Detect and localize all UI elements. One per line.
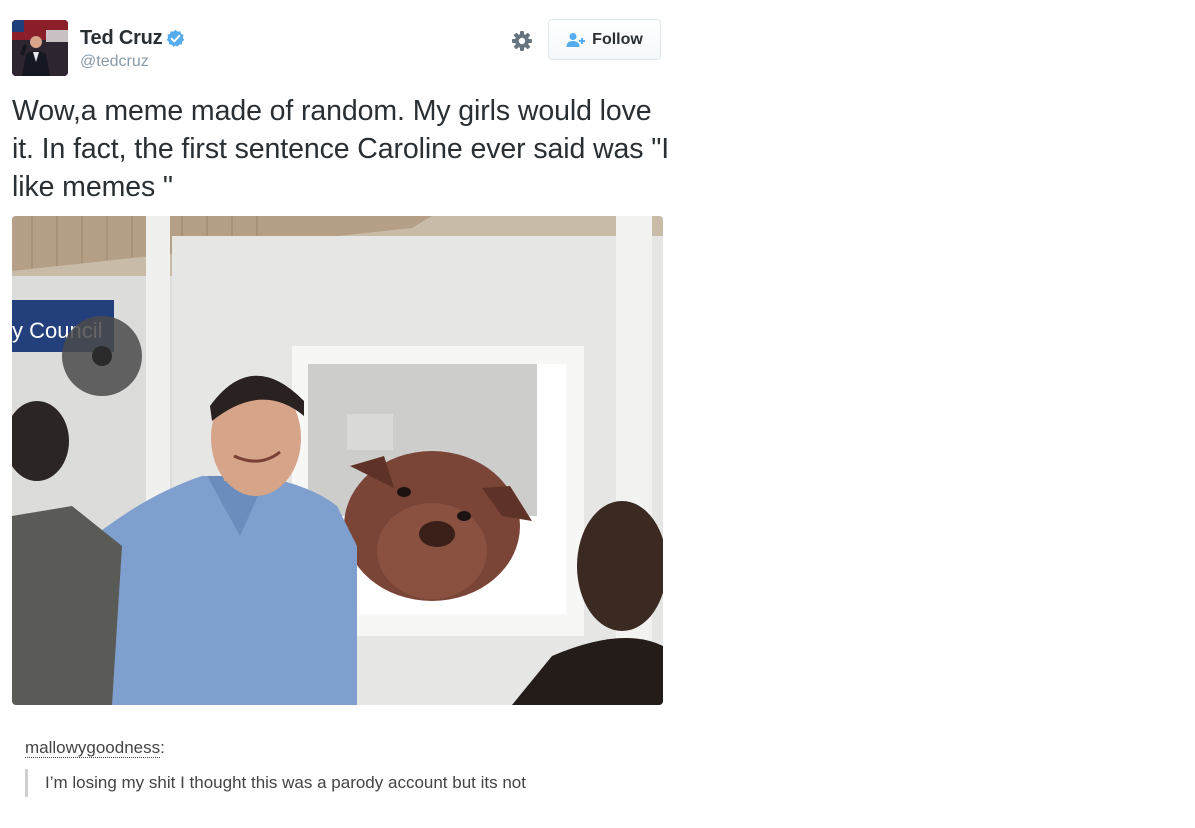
reblog-colon: : — [160, 738, 165, 757]
tweet-text: Wow,a meme made of random. My girls woul… — [12, 95, 670, 203]
reblog-username-link[interactable]: mallowygoodness — [25, 738, 161, 758]
avatar[interactable] — [12, 20, 68, 76]
tweet-photo[interactable]: y Council — [12, 216, 663, 705]
user-handle[interactable]: @tedcruz — [80, 53, 149, 71]
avatar-image — [12, 20, 68, 76]
tweet-card: Ted Cruz @tedcruz Follow Wow,a meme made… — [0, 0, 676, 720]
verified-badge-icon — [166, 29, 185, 48]
name-row: Ted Cruz — [80, 27, 185, 50]
follow-button-label: Follow — [592, 30, 643, 48]
photo-image: y Council — [12, 216, 663, 705]
follow-button[interactable]: Follow — [548, 19, 661, 60]
reblog-comment: mallowygoodness: I’m losing my shit I th… — [0, 720, 676, 828]
add-user-icon — [566, 32, 586, 48]
display-name[interactable]: Ted Cruz — [80, 27, 163, 50]
reblog-username-row: mallowygoodness: — [25, 738, 165, 758]
gear-icon[interactable] — [511, 30, 533, 52]
reblog-quote: I’m losing my shit I thought this was a … — [25, 769, 526, 797]
